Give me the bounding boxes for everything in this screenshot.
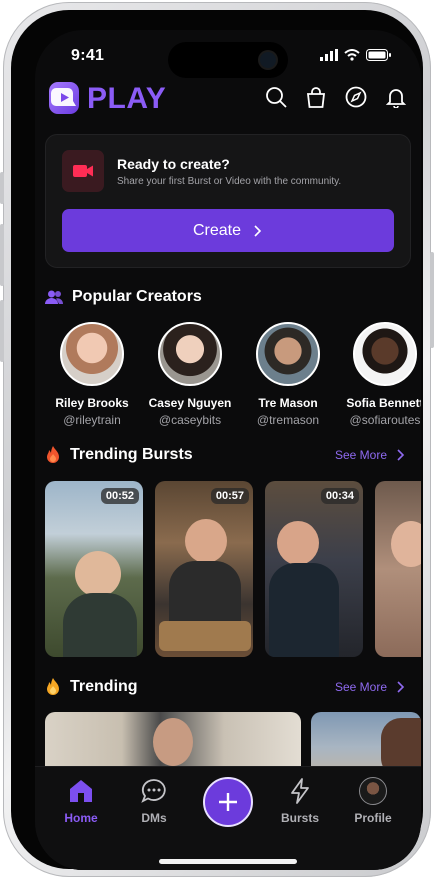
avatar	[158, 322, 222, 386]
burst-card[interactable]: 00:57	[155, 481, 253, 657]
popular-creators-header: Popular Creators	[45, 288, 202, 306]
create-card-title: Ready to create?	[117, 156, 230, 172]
tab-label: Bursts	[280, 811, 319, 825]
cellular-signal-icon	[320, 49, 338, 61]
avatar-icon	[359, 777, 387, 805]
phone-frame: 9:41 PLAY Ready to create? Share your fi…	[0, 2, 434, 877]
video-camera-icon	[62, 150, 104, 192]
creator-handle: @caseybits	[158, 413, 222, 427]
home-indicator	[159, 859, 297, 864]
app-name: PLAY	[87, 82, 167, 115]
screen: 9:41 PLAY Ready to create? Share your fi…	[35, 30, 421, 870]
chevron-right-icon	[397, 681, 405, 693]
creator-item[interactable]: Tre Mason @tremason	[238, 322, 338, 427]
avatar	[60, 322, 124, 386]
see-more-label: See More	[334, 680, 387, 694]
creator-name: Riley Brooks	[55, 396, 129, 410]
trending-bursts-header: Trending Bursts	[45, 445, 193, 464]
power-button	[430, 252, 434, 348]
home-icon	[70, 780, 92, 802]
tab-dms[interactable]: DMs	[124, 777, 184, 825]
wifi-icon	[344, 49, 360, 61]
tab-label: Profile	[354, 811, 392, 825]
fire-icon	[47, 446, 59, 463]
creator-item[interactable]: Riley Brooks @rileytrain	[42, 322, 142, 427]
create-button[interactable]: Create	[62, 209, 394, 252]
lightning-icon	[291, 778, 309, 804]
burst-thumbnail-body	[169, 561, 241, 623]
trending-title: Trending	[70, 677, 138, 695]
status-bar: 9:41	[35, 30, 421, 82]
volume-up-button	[0, 224, 4, 286]
burst-thumbnail-face	[391, 521, 421, 567]
burst-thumbnail-body	[63, 593, 137, 657]
burst-card[interactable]: 00:52	[45, 481, 143, 657]
creator-handle: @tremason	[256, 413, 320, 427]
see-more-label: See More	[334, 448, 387, 462]
burst-thumbnail-table	[159, 621, 251, 651]
app-header: PLAY	[49, 82, 407, 118]
create-card-subtitle: Share your first Burst or Video with the…	[117, 176, 342, 187]
trending-carousel	[45, 712, 421, 782]
fire-icon	[47, 678, 59, 695]
play-logo-icon	[49, 82, 79, 114]
creator-name: Tre Mason	[258, 396, 318, 410]
duration-badge: 00:57	[210, 488, 249, 504]
create-button-label: Create	[192, 221, 242, 239]
burst-thumbnail-face	[277, 521, 319, 565]
trending-header: Trending	[45, 677, 138, 696]
battery-icon	[366, 49, 391, 61]
creator-handle: @sofiaroutes	[349, 413, 421, 427]
chat-icon	[141, 779, 166, 803]
mute-switch	[0, 172, 4, 204]
see-more-trending-link[interactable]: See More	[335, 680, 405, 694]
status-time: 9:41	[71, 47, 105, 64]
dynamic-island	[168, 42, 288, 78]
tab-label: Home	[64, 811, 98, 825]
compass-icon[interactable]	[345, 86, 367, 108]
duration-badge: 00:52	[100, 488, 139, 504]
tab-label: DMs	[141, 811, 167, 825]
volume-down-button	[0, 300, 4, 362]
burst-card[interactable]	[375, 481, 421, 657]
plus-icon	[219, 793, 237, 811]
front-camera	[260, 52, 276, 68]
bezel: 9:41 PLAY Ready to create? Share your fi…	[11, 10, 423, 870]
popular-creators-title: Popular Creators	[72, 288, 202, 305]
creators-list: Riley Brooks @rileytrain Casey Nguyen @c…	[35, 322, 421, 432]
chevron-right-icon	[397, 449, 405, 461]
tab-bursts[interactable]: Bursts	[270, 777, 330, 825]
tab-profile[interactable]: Profile	[343, 777, 403, 825]
avatar	[256, 322, 320, 386]
tab-bar: Home DMs Bursts Profile	[35, 766, 421, 870]
burst-thumbnail-face	[185, 519, 227, 563]
creator-name: Sofia Bennett	[346, 396, 421, 410]
trending-bursts-title: Trending Bursts	[70, 445, 193, 463]
burst-card[interactable]: 00:34	[265, 481, 363, 657]
creator-handle: @rileytrain	[63, 413, 121, 427]
bell-icon[interactable]	[385, 86, 407, 109]
burst-thumbnail-face	[75, 551, 121, 597]
tab-home[interactable]: Home	[51, 777, 111, 825]
creator-item[interactable]: Casey Nguyen @caseybits	[140, 322, 240, 427]
create-plus-button[interactable]	[203, 777, 253, 827]
avatar	[353, 322, 417, 386]
burst-thumbnail-body	[269, 563, 339, 657]
create-card: Ready to create? Share your first Burst …	[45, 134, 411, 268]
search-icon[interactable]	[265, 86, 287, 108]
see-more-bursts-link[interactable]: See More	[335, 448, 405, 462]
trending-thumbnail-face	[153, 718, 193, 766]
users-icon	[45, 290, 63, 304]
duration-badge: 00:34	[320, 488, 359, 504]
chevron-right-icon	[254, 224, 262, 237]
creator-name: Casey Nguyen	[148, 396, 232, 410]
creator-item[interactable]: Sofia Bennett @sofiaroutes	[335, 322, 421, 427]
shopping-bag-icon[interactable]	[305, 86, 327, 108]
bursts-carousel: 00:52 00:57 00:34	[45, 481, 421, 657]
